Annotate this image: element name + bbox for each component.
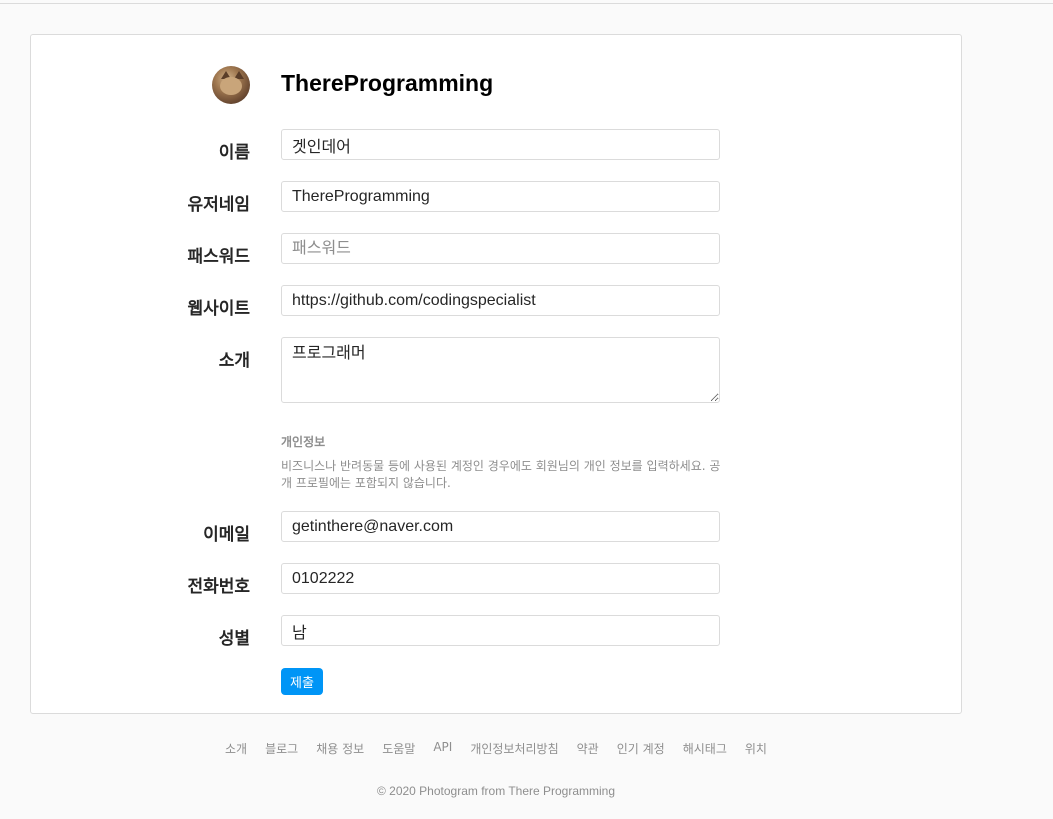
footer-link-locations[interactable]: 위치 [745,740,767,757]
gender-label: 성별 [218,629,250,649]
email-input[interactable] [281,511,720,542]
name-input[interactable] [281,129,720,160]
phone-label: 전화번호 [187,577,250,597]
email-label: 이메일 [203,525,250,545]
footer-link-api[interactable]: API [433,740,452,757]
footer-link-jobs[interactable]: 채용 정보 [316,740,364,757]
password-label: 패스워드 [187,247,250,267]
profile-avatar[interactable] [212,66,250,104]
footer-links: 소개 블로그 채용 정보 도움말 API 개인정보처리방침 약관 인기 계정 해… [0,740,992,757]
gender-input[interactable] [281,615,720,646]
footer-link-top-accounts[interactable]: 인기 계정 [617,740,665,757]
footer-link-privacy[interactable]: 개인정보처리방침 [470,740,558,757]
name-label: 이름 [218,143,250,163]
private-info-description: 비즈니스나 반려동물 등에 사용된 계정인 경우에도 회원님의 개인 정보를 입… [281,459,721,490]
top-divider [0,3,1053,4]
footer-link-about[interactable]: 소개 [225,740,247,757]
website-label: 웹사이트 [187,299,250,319]
username-input[interactable] [281,181,720,212]
submit-button[interactable]: 제출 [281,668,323,695]
footer-link-blog[interactable]: 블로그 [265,740,298,757]
private-info-title: 개인정보 [281,435,326,449]
footer-link-help[interactable]: 도움말 [382,740,415,757]
footer-link-terms[interactable]: 약관 [577,740,599,757]
website-input[interactable] [281,285,720,316]
footer-link-hashtags[interactable]: 해시태그 [683,740,727,757]
avatar-cat-face [220,77,242,95]
phone-input[interactable] [281,563,720,594]
bio-textarea[interactable]: 프로그래머 [281,337,720,403]
username-label: 유저네임 [187,195,250,215]
footer-copyright: © 2020 Photogram from There Programming [376,784,616,798]
profile-username: ThereProgramming [281,70,494,96]
password-input[interactable] [281,233,720,264]
bio-label: 소개 [218,351,250,371]
